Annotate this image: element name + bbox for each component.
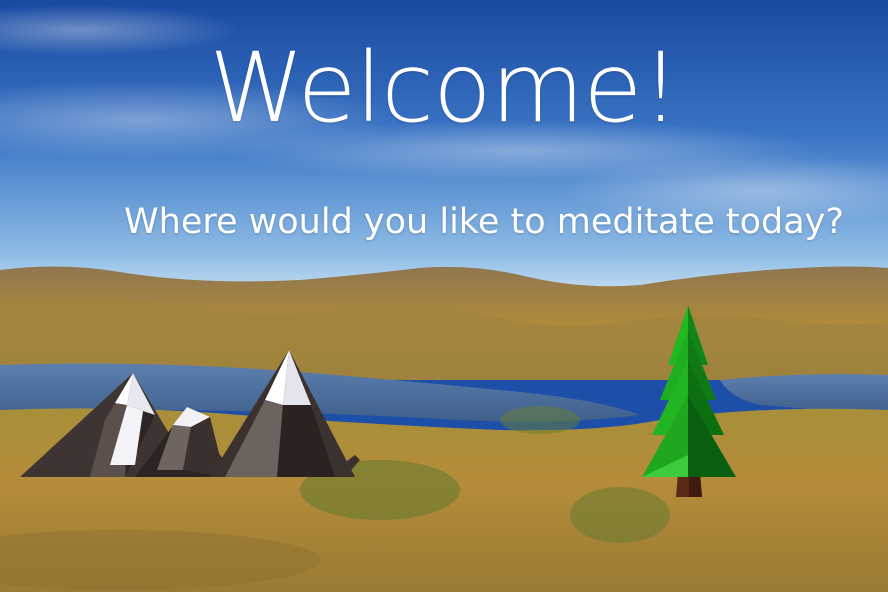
- mountains-choice-button[interactable]: [15, 345, 360, 485]
- meditate-prompt: Where would you like to meditate today?: [124, 202, 844, 242]
- pine-tree-icon: [642, 305, 736, 497]
- mountains-icon: [20, 350, 360, 477]
- welcome-title: Welcome!: [209, 32, 680, 144]
- forest-choice-button[interactable]: [638, 305, 740, 500]
